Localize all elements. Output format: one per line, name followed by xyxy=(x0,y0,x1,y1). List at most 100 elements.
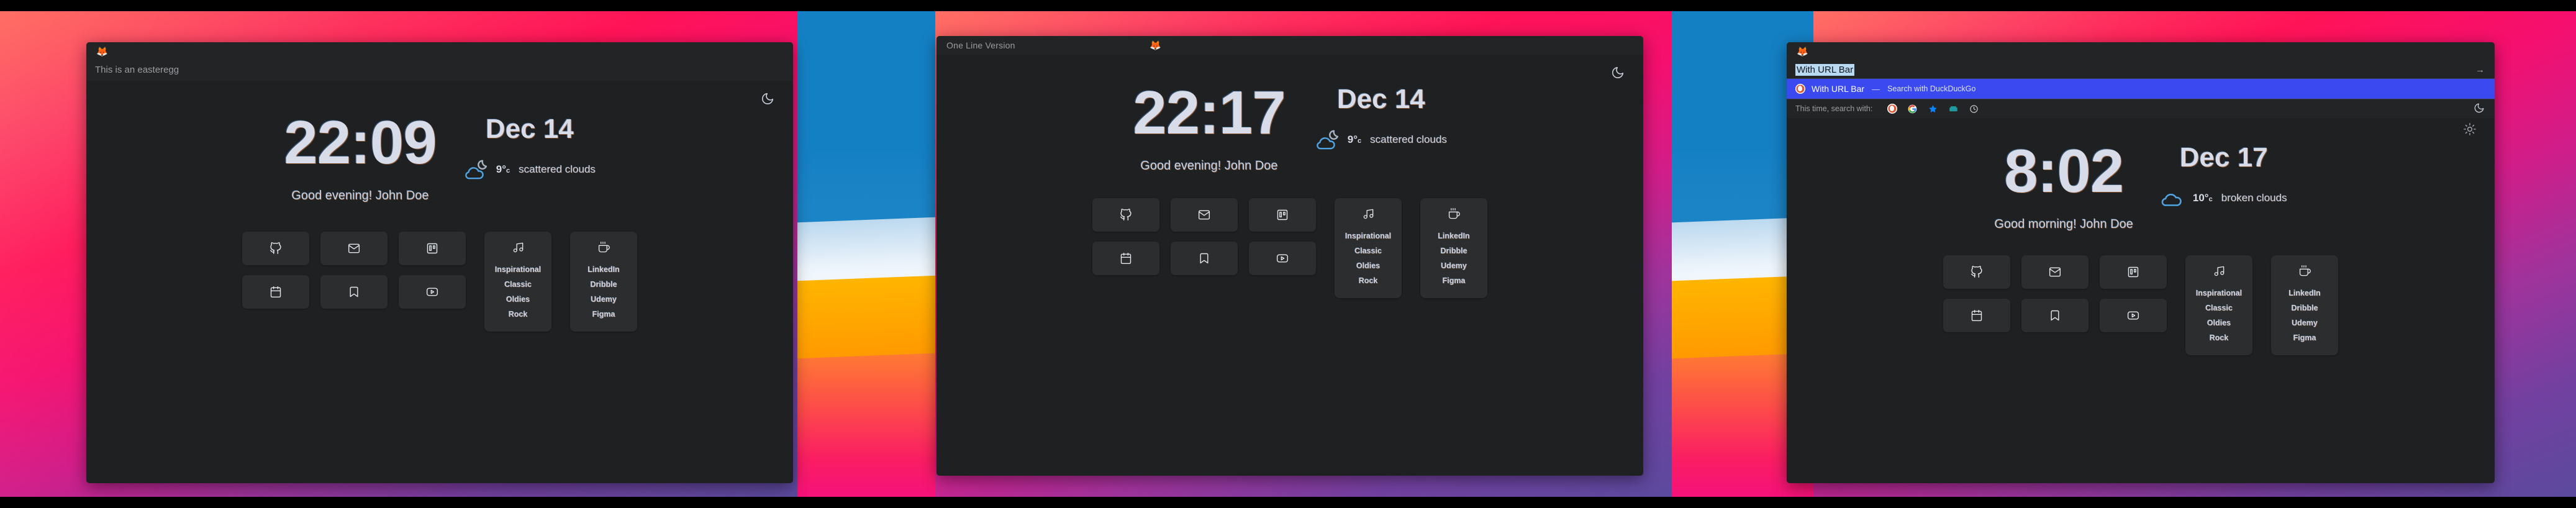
music-note-icon xyxy=(1363,208,1374,220)
tabs-icon[interactable] xyxy=(1949,104,1958,114)
tile-mail[interactable] xyxy=(320,232,388,265)
temperature-value: 9°c xyxy=(496,163,510,176)
tile-youtube[interactable] xyxy=(1249,242,1316,275)
chrome-titlebar-1[interactable]: This is an easteregg xyxy=(86,61,793,81)
chrome-topline-2[interactable]: One Line Version 🦊 xyxy=(937,36,1643,55)
date-text: Dec 14 xyxy=(485,114,574,144)
tile-bookmark[interactable] xyxy=(1171,242,1238,275)
tile-bookmark[interactable] xyxy=(2021,299,2088,332)
temp-number: 10° xyxy=(2192,192,2209,204)
moon-icon[interactable] xyxy=(1611,66,1625,79)
suggestion-dash: — xyxy=(1872,84,1880,94)
link-item[interactable]: Rock xyxy=(2210,333,2229,342)
date-weather-block-3: Dec 17 10°c broken clouds xyxy=(2161,140,2287,211)
link-item[interactable]: Oldies xyxy=(506,295,530,304)
clock-time: 8:02 xyxy=(2004,137,2124,205)
tile-youtube[interactable] xyxy=(2100,299,2167,332)
music-note-icon xyxy=(2213,265,2225,277)
tile-github[interactable] xyxy=(1092,198,1159,232)
weather-description: scattered clouds xyxy=(519,163,596,175)
chrome-topline-3: 🦊 xyxy=(1787,42,2495,61)
star-bookmarks-icon[interactable] xyxy=(1928,104,1938,114)
music-note-icon xyxy=(512,242,524,253)
tile-calendar[interactable] xyxy=(1092,242,1159,275)
weather-row: 9°c scattered clouds xyxy=(464,156,596,183)
wallpaper-bigsur-1 xyxy=(797,11,935,497)
newtab-page-3: 8:02 Good morning! John Doe Dec 17 10°c … xyxy=(1787,118,2495,483)
hero-row-3: 8:02 Good morning! John Doe Dec 17 10°c … xyxy=(1787,140,2495,232)
sun-settings-icon[interactable] xyxy=(2464,123,2476,135)
link-item[interactable]: Oldies xyxy=(2207,319,2231,327)
coffee-cup-icon xyxy=(598,242,610,253)
moon-icon[interactable] xyxy=(761,92,774,106)
hero-row-1: 22:09 Good evening! John Doe Dec 14 9°c … xyxy=(86,112,793,203)
url-suggestion-row[interactable]: With URL Bar — Search with DuckDuckGo xyxy=(1787,78,2495,99)
browser-chrome-3: 🦊 With URL Bar → With URL Bar — Search w… xyxy=(1787,42,2495,118)
tile-calendar[interactable] xyxy=(242,275,309,309)
temp-unit: c xyxy=(2208,196,2213,203)
link-item[interactable]: Rock xyxy=(509,310,528,319)
link-item[interactable]: Figma xyxy=(592,310,615,319)
tile-youtube[interactable] xyxy=(399,275,466,309)
chrome-title-text: One Line Version xyxy=(946,40,1015,50)
tile-trello[interactable] xyxy=(2100,255,2167,289)
firefox-fox-icon: 🦊 xyxy=(96,46,108,57)
greeting-text: Good evening! John Doe xyxy=(1140,159,1278,173)
tile-trello[interactable] xyxy=(399,232,466,265)
link-item[interactable]: LinkedIn xyxy=(2288,289,2320,297)
link-item[interactable]: Inspirational xyxy=(1345,232,1391,240)
tile-calendar[interactable] xyxy=(1943,299,2010,332)
link-item[interactable]: Udemy xyxy=(591,295,617,304)
firefox-fox-icon: 🦊 xyxy=(1797,46,1808,57)
shortcut-tile-grid-2 xyxy=(1092,198,1316,275)
link-item[interactable]: Rock xyxy=(1359,276,1378,285)
weather-description: scattered clouds xyxy=(1370,134,1447,145)
link-item[interactable]: LinkedIn xyxy=(587,265,619,274)
moon-icon[interactable] xyxy=(2474,102,2485,116)
chrome-title-text: This is an easteregg xyxy=(95,65,179,75)
date-weather-block-1: Dec 14 9°c scattered clouds xyxy=(464,112,596,183)
link-item[interactable]: Figma xyxy=(2293,333,2316,342)
tile-bookmark[interactable] xyxy=(320,275,388,309)
link-item[interactable]: Inspirational xyxy=(2196,289,2242,297)
weather-row: 9°c scattered clouds xyxy=(1315,127,1447,153)
firefox-fox-icon: 🦊 xyxy=(1150,40,1161,51)
link-item[interactable]: Classic xyxy=(1354,247,1382,255)
shortcut-tile-grid-1 xyxy=(242,232,466,309)
link-item[interactable]: Classic xyxy=(504,280,532,289)
arrow-right-icon[interactable]: → xyxy=(2475,65,2485,75)
linkcard-music-3: Inspirational Classic Oldies Rock xyxy=(2185,255,2252,355)
date-weather-block-2: Dec 14 9°c scattered clouds xyxy=(1315,82,1447,153)
weather-row: 10°c broken clouds xyxy=(2161,185,2287,211)
tile-mail[interactable] xyxy=(1171,198,1238,232)
link-item[interactable]: Figma xyxy=(1443,276,1466,285)
lower-row-1: Inspirational Classic Oldies Rock Linked… xyxy=(242,232,637,332)
ddg-glyph xyxy=(1887,104,1897,114)
link-item[interactable]: Dribble xyxy=(590,280,617,289)
newtab-page-2: 22:17 Good evening! John Doe Dec 14 9°c … xyxy=(937,55,1643,476)
duckduckgo-icon xyxy=(1795,84,1805,94)
tile-github[interactable] xyxy=(242,232,309,265)
link-item[interactable]: Udemy xyxy=(1441,261,1467,270)
tile-trello[interactable] xyxy=(1249,198,1316,232)
history-clock-icon[interactable] xyxy=(1969,104,1979,114)
google-icon[interactable] xyxy=(1908,104,1917,114)
link-item[interactable]: Dribble xyxy=(2291,304,2318,312)
link-item[interactable]: Inspirational xyxy=(495,265,541,274)
hero-row-2: 22:17 Good evening! John Doe Dec 14 9°c … xyxy=(937,82,1643,173)
lower-row-2: Inspirational Classic Oldies Rock Linked… xyxy=(1092,198,1487,298)
tile-github[interactable] xyxy=(1943,255,2010,289)
tile-mail[interactable] xyxy=(2021,255,2088,289)
greeting-text: Good morning! John Doe xyxy=(1994,217,2133,231)
coffee-cup-icon xyxy=(1448,208,1460,220)
link-item[interactable]: Dribble xyxy=(1440,247,1467,255)
top-bezel xyxy=(0,0,2576,11)
browser-chrome-2: One Line Version 🦊 xyxy=(937,36,1643,55)
link-item[interactable]: Classic xyxy=(2205,304,2233,312)
link-item[interactable]: LinkedIn xyxy=(1438,232,1469,240)
link-item[interactable]: Oldies xyxy=(1356,261,1380,270)
browser-window-1: 🦊 This is an easteregg 22:09 Good evenin… xyxy=(86,42,793,483)
duckduckgo-icon[interactable] xyxy=(1887,104,1897,114)
link-item[interactable]: Udemy xyxy=(2292,319,2318,327)
url-bar[interactable]: With URL Bar → xyxy=(1787,61,2495,78)
